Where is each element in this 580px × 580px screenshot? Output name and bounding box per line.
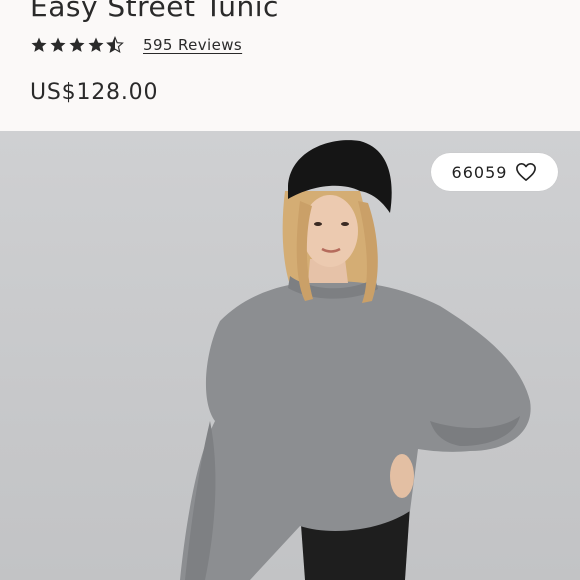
hand xyxy=(390,454,414,498)
like-button[interactable]: 66059 xyxy=(431,153,558,191)
heart-outline-icon xyxy=(516,163,537,181)
reviews-link[interactable]: 595 Reviews xyxy=(143,36,242,54)
rating-row: 595 Reviews xyxy=(30,34,242,56)
product-title: Easy Street Tunic xyxy=(30,0,279,23)
star-half-icon xyxy=(106,36,124,54)
star-full-icon xyxy=(88,37,104,52)
star-full-icon xyxy=(69,37,85,52)
product-price: US$128.00 xyxy=(30,80,159,105)
likes-count: 66059 xyxy=(451,162,508,182)
model-illustration xyxy=(180,140,531,580)
product-photo[interactable] xyxy=(0,131,580,580)
star-full-icon xyxy=(31,37,47,52)
star-full-icon xyxy=(50,37,66,52)
star-rating xyxy=(30,36,124,54)
